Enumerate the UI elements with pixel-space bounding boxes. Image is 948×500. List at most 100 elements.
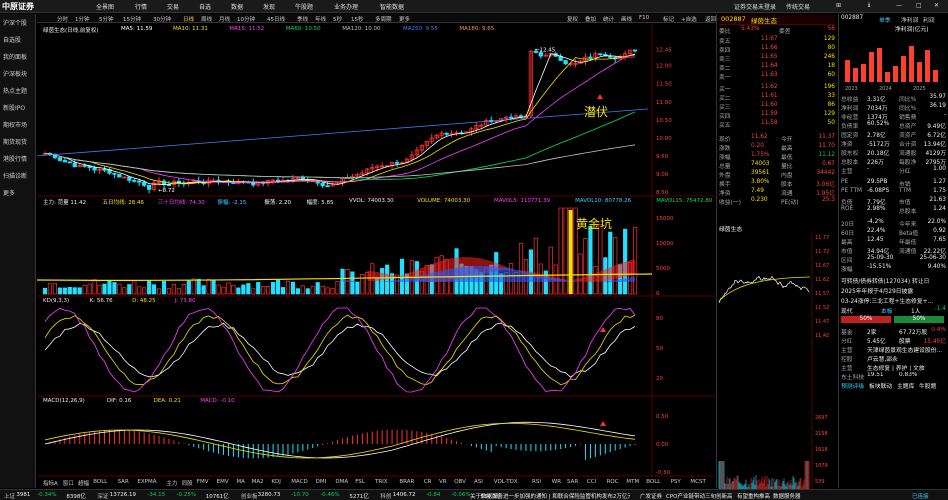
indicator-tab-15[interactable]: DMA bbox=[335, 479, 348, 485]
menu-item-7[interactable]: 业务办理 bbox=[334, 2, 358, 11]
period-tab-3[interactable]: 15分钟 bbox=[123, 15, 141, 23]
indicator-tab-14[interactable]: DMI bbox=[316, 479, 327, 485]
period-tab-2[interactable]: 5分钟 bbox=[99, 15, 114, 23]
index-0-field-3[interactable]: 8398亿 bbox=[66, 492, 86, 500]
indicator-tab-25[interactable]: WR bbox=[552, 479, 561, 485]
fund-bottom-tab-0[interactable]: 预测评级 bbox=[841, 381, 864, 390]
index-2-field-4[interactable]: 5271亿 bbox=[349, 492, 369, 500]
menu-right-1[interactable]: 传统交易 bbox=[786, 2, 810, 11]
indicator-tab-6[interactable]: 主力 bbox=[166, 479, 177, 487]
indicator-tab-3[interactable]: BOLL bbox=[93, 479, 107, 485]
news-item[interactable]: 2025年年报于4月29日披露 bbox=[841, 286, 946, 294]
indicator-tab-1[interactable]: 窗口 bbox=[63, 479, 74, 487]
indicator-tab-10[interactable]: MA bbox=[236, 479, 245, 485]
index-1-field-4[interactable]: 10761亿 bbox=[206, 492, 229, 500]
sidebar-item-7[interactable]: 期货现货 bbox=[3, 137, 27, 146]
board-tab[interactable]: 本板 bbox=[881, 306, 893, 315]
bottom-right-3[interactable]: 数据服务器 bbox=[773, 492, 801, 500]
period-tab-0[interactable]: 分时 bbox=[57, 15, 68, 23]
indicator-tab-31[interactable]: PSY bbox=[671, 479, 681, 485]
sidebar-item-4[interactable]: 热点主题 bbox=[3, 86, 27, 95]
menu-right-2[interactable]: ⊞ bbox=[836, 2, 841, 9]
period-tab-1[interactable]: 1分钟 bbox=[75, 15, 90, 23]
menu-right-5[interactable]: □ bbox=[916, 2, 922, 9]
menu-item-3[interactable]: 自选 bbox=[199, 2, 211, 11]
indicator-tab-32[interactable]: MCST bbox=[690, 479, 705, 485]
indicator-tab-8[interactable]: FMV bbox=[197, 479, 209, 485]
index-0-field-0[interactable]: 上证 bbox=[4, 492, 15, 500]
toolbar-action-4[interactable]: F10 bbox=[639, 15, 649, 21]
indicator-tab-18[interactable]: BRAR bbox=[399, 479, 414, 485]
indicator-tab-28[interactable]: ROC bbox=[607, 479, 619, 485]
fund-tab-1[interactable]: 净利润 bbox=[901, 15, 918, 24]
indicator-tab-7[interactable]: 同股 bbox=[182, 479, 193, 487]
indicator-tab-22[interactable]: ASI bbox=[474, 479, 483, 485]
index-2-field-3[interactable]: -0.46% bbox=[320, 492, 339, 498]
indicator-tab-23[interactable]: VOL-TDX bbox=[494, 479, 518, 485]
toolbar-action-3[interactable]: 画线 bbox=[621, 15, 632, 23]
period-tab-4[interactable]: 30分钟 bbox=[153, 15, 171, 23]
bottom-right-2[interactable]: 有望重构推高 bbox=[737, 492, 770, 500]
fund-bottom-tab-3[interactable]: 牛股题 bbox=[919, 381, 936, 390]
period-tab-11[interactable]: 年线 bbox=[315, 15, 326, 23]
menu-item-5[interactable]: 发现 bbox=[263, 2, 275, 11]
index-1-field-1[interactable]: 13726.19 bbox=[110, 492, 136, 498]
menu-item-0[interactable]: 全景图 bbox=[96, 2, 114, 11]
menu-item-8[interactable]: 智能数据 bbox=[380, 2, 404, 11]
indicator-tab-19[interactable]: CR bbox=[424, 479, 432, 485]
indicator-tab-2[interactable]: 超幅 bbox=[78, 479, 89, 487]
period-tab-14[interactable]: 多周期 bbox=[375, 15, 392, 23]
menu-right-4[interactable]: — bbox=[896, 2, 902, 9]
indicator-tab-24[interactable]: RSI bbox=[532, 479, 541, 485]
index-1-field-3[interactable]: -0.25% bbox=[177, 492, 196, 498]
kline-chart-svg[interactable]: 12.45 12.00 11.50 11.00 10.50 10.00 9.50 9.00 8.… bbox=[37, 24, 715, 489]
menu-right-0[interactable]: 证券交易未登录 bbox=[734, 2, 776, 11]
index-3-field-3[interactable]: -0.06% bbox=[451, 492, 470, 498]
toolbar-action-0[interactable]: 复权 bbox=[567, 15, 578, 23]
period-tab-12[interactable]: 5秒 bbox=[333, 15, 342, 23]
sidebar-item-8[interactable]: 港股行情 bbox=[3, 154, 27, 163]
menu-item-4[interactable]: 数据 bbox=[231, 2, 243, 11]
period-tab-6[interactable]: 周线 bbox=[201, 15, 212, 23]
indicator-tab-0[interactable]: 指标A bbox=[43, 479, 58, 487]
bottom-right-0[interactable]: 广发证券 bbox=[640, 492, 662, 500]
sidebar-item-3[interactable]: 沪深板块 bbox=[3, 69, 27, 78]
index-1-field-0[interactable]: 深证 bbox=[97, 492, 108, 500]
menu-item-2[interactable]: 交易 bbox=[167, 2, 179, 11]
intraday-chart[interactable]: 11.77 11.72 11.67 11.62 11.57 11.52 11.47 11.42… bbox=[717, 233, 838, 498]
toolbar-action-1[interactable]: 叠加 bbox=[585, 15, 596, 23]
sidebar-item-6[interactable]: 期权市场 bbox=[3, 120, 27, 129]
fund-tab-2[interactable]: 利润 bbox=[923, 15, 935, 24]
period-tab-7[interactable]: 月线 bbox=[219, 15, 230, 23]
fund-bottom-tab-1[interactable]: 板块联动 bbox=[869, 381, 892, 390]
period-tab-5[interactable]: 日线 bbox=[183, 15, 194, 23]
toolbar-action-5[interactable]: 标记 bbox=[663, 15, 674, 23]
period-tab-10[interactable]: 季线 bbox=[297, 15, 308, 23]
toolbar-action-2[interactable]: 统计 bbox=[603, 15, 614, 23]
indicator-tab-30[interactable]: BOLL bbox=[646, 479, 660, 485]
index-3-field-2[interactable]: -0.84 bbox=[426, 492, 440, 498]
fund-tab-0[interactable]: 单季 bbox=[879, 15, 891, 24]
news-item[interactable]: 可转债/债券转债(127034) 转让日 bbox=[841, 276, 946, 284]
toolbar-action-6[interactable]: +自选 bbox=[681, 15, 697, 23]
period-tab-8[interactable]: 10分钟 bbox=[237, 15, 255, 23]
news-ticker[interactable]: 关于数据服务进一步加强的通知 | 和联合保险监管机构发布2万亿元市场风险 bbox=[470, 492, 630, 500]
period-tab-15[interactable]: 更多 bbox=[399, 15, 410, 23]
toolbar-action-7[interactable]: 返回 bbox=[705, 15, 716, 23]
indicator-tab-13[interactable]: MACD bbox=[291, 479, 308, 485]
period-tab-9[interactable]: 45日线 bbox=[267, 15, 285, 23]
indicator-tab-5[interactable]: EXPMA bbox=[137, 479, 156, 485]
menu-right-6[interactable]: ✕ bbox=[934, 2, 939, 9]
sidebar-item-2[interactable]: 我的面板 bbox=[3, 52, 27, 61]
indicator-tab-9[interactable]: EMV bbox=[217, 479, 229, 485]
index-2-field-2[interactable]: -10.70 bbox=[291, 492, 309, 498]
indicator-tab-26[interactable]: SAR bbox=[567, 479, 578, 485]
index-0-field-2[interactable]: -0.34% bbox=[37, 492, 56, 498]
sidebar-item-1[interactable]: 自选股 bbox=[3, 35, 21, 44]
sidebar-item-9[interactable]: 扫描诊断 bbox=[3, 171, 27, 180]
indicator-tab-12[interactable]: KDJ bbox=[271, 479, 280, 485]
indicator-tab-29[interactable]: MTM bbox=[626, 479, 639, 485]
index-2-field-1[interactable]: 3280.73 bbox=[258, 492, 281, 498]
indicator-tab-4[interactable]: SAR bbox=[118, 479, 129, 485]
index-0-field-1[interactable]: 3981 bbox=[16, 492, 30, 498]
